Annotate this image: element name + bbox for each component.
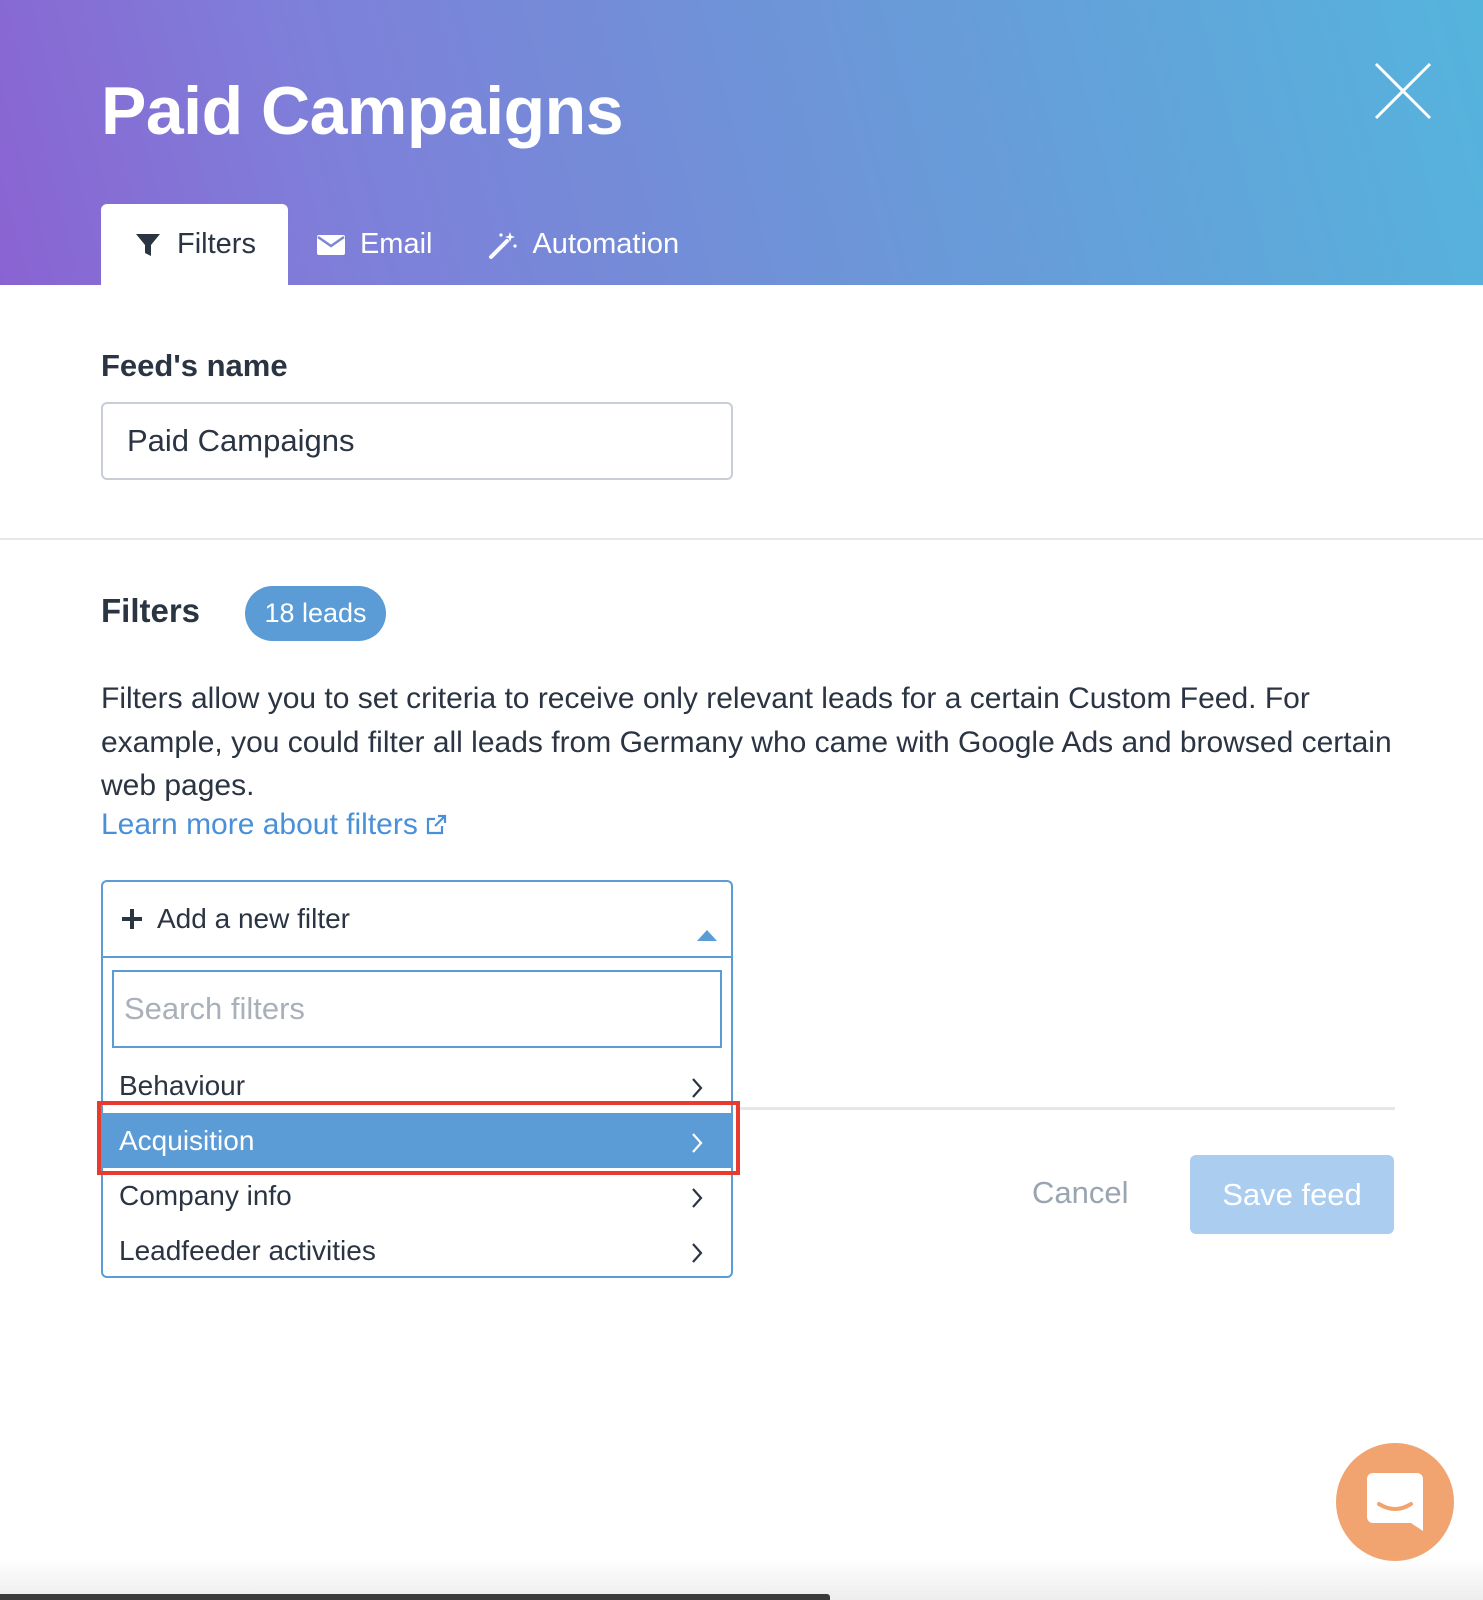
- plus-icon: [121, 908, 143, 930]
- tab-label: Automation: [532, 228, 680, 260]
- filter-category-company-info[interactable]: Company info: [103, 1168, 731, 1223]
- save-feed-button[interactable]: Save feed: [1190, 1155, 1394, 1234]
- filter-icon: [133, 230, 163, 260]
- bottom-scrollbar[interactable]: [0, 1594, 830, 1600]
- filter-category-behaviour[interactable]: Behaviour: [103, 1058, 731, 1113]
- tab-label: Filters: [177, 228, 256, 260]
- add-filter-toggle[interactable]: Add a new filter: [103, 882, 731, 958]
- chevron-right-icon: [691, 1184, 703, 1216]
- filter-category-label: Company info: [119, 1179, 292, 1211]
- caret-up-icon: [697, 916, 717, 948]
- chevron-right-icon: [691, 1129, 703, 1161]
- filters-description: Filters allow you to set criteria to rec…: [101, 682, 1392, 802]
- filters-heading: Filters: [101, 592, 201, 629]
- modal-header: Paid Campaigns Filters Email Automation: [0, 0, 1483, 285]
- feed-name-input[interactable]: [101, 402, 733, 480]
- learn-more-link[interactable]: Learn more about filters: [101, 808, 448, 842]
- external-link-icon: [426, 814, 446, 835]
- add-filter-label: Add a new filter: [157, 903, 350, 934]
- tab-email[interactable]: Email: [288, 204, 461, 285]
- tab-label: Email: [359, 228, 433, 260]
- chat-launcher-button[interactable]: [1336, 1443, 1454, 1561]
- close-button[interactable]: [1372, 60, 1434, 122]
- tab-automation[interactable]: Automation: [460, 204, 707, 285]
- section-divider: [0, 538, 1483, 540]
- filter-category-label: Leadfeeder activities: [119, 1234, 376, 1266]
- footer-divider: [735, 1107, 1395, 1110]
- tab-filters[interactable]: Filters: [101, 204, 288, 285]
- leads-count-badge: 18 leads: [245, 586, 386, 641]
- cancel-button[interactable]: Cancel: [1032, 1175, 1129, 1211]
- page-title: Paid Campaigns: [101, 73, 624, 149]
- filter-category-acquisition[interactable]: Acquisition: [103, 1113, 731, 1168]
- close-icon: [1374, 62, 1432, 120]
- filter-category-label: Acquisition: [119, 1124, 255, 1156]
- search-filters-input[interactable]: [112, 970, 722, 1048]
- chevron-right-icon: [691, 1074, 703, 1106]
- chevron-right-icon: [691, 1239, 703, 1271]
- tab-bar: Filters Email Automation: [101, 204, 707, 285]
- magic-wand-icon: [488, 230, 518, 260]
- feed-name-label: Feed's name: [101, 348, 288, 383]
- filter-category-leadfeeder-activities[interactable]: Leadfeeder activities: [103, 1223, 731, 1278]
- envelope-icon: [316, 230, 346, 260]
- chat-icon: [1367, 1473, 1423, 1531]
- filter-category-label: Behaviour: [119, 1069, 246, 1101]
- add-filter-dropdown: Add a new filter Behaviour Acquisition C…: [101, 880, 733, 1278]
- learn-more-label: Learn more about filters: [101, 808, 418, 841]
